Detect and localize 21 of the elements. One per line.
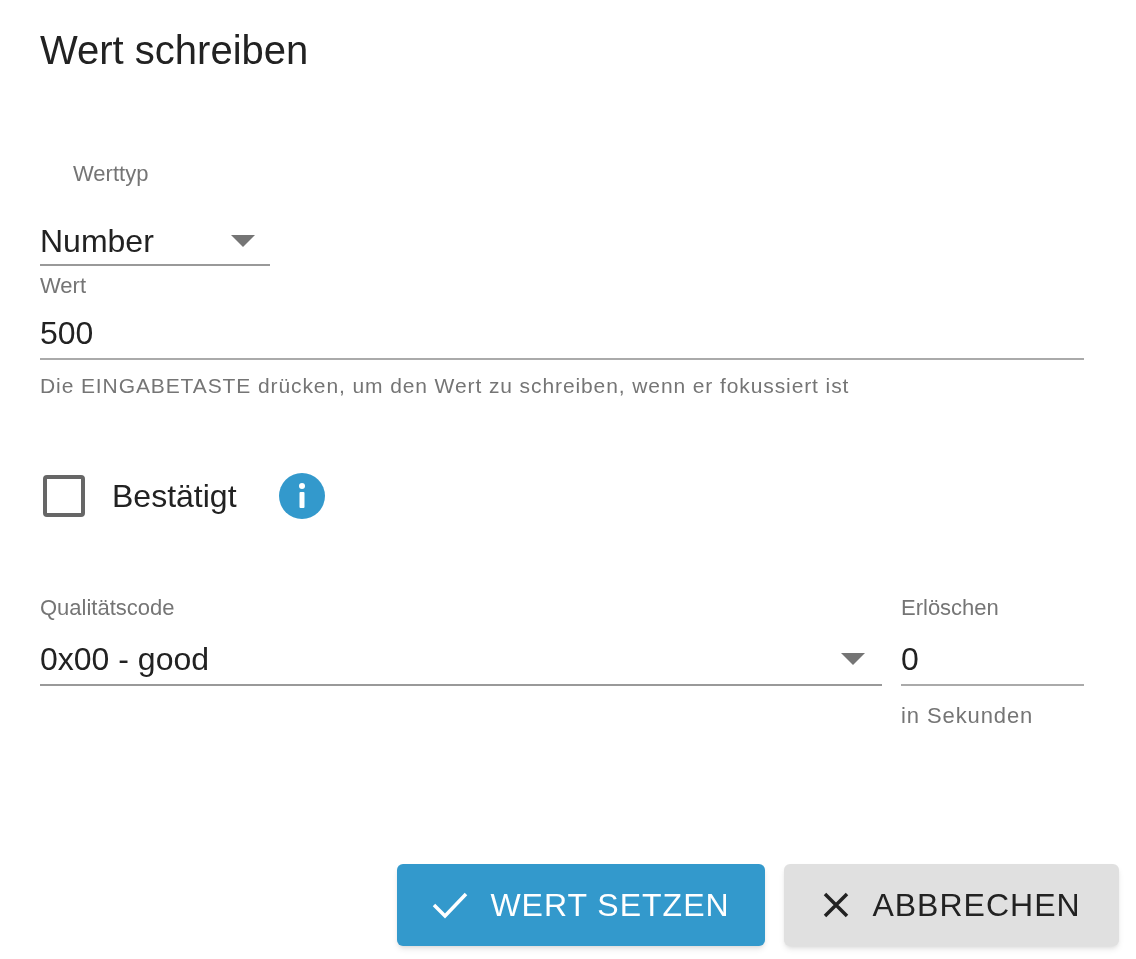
field-label: Qualitätscode bbox=[40, 594, 175, 622]
checkbox-label: Bestätigt bbox=[112, 477, 237, 516]
select-value: 0x00 - good bbox=[40, 640, 209, 679]
dialog-title: Wert schreiben bbox=[40, 27, 309, 74]
field-label: Wert bbox=[40, 272, 87, 300]
select-field[interactable]: 0x00 - good bbox=[40, 634, 882, 686]
select-field[interactable]: Number bbox=[40, 218, 270, 266]
input-field[interactable]: 500 bbox=[40, 308, 1084, 360]
dropdown-caret-icon bbox=[231, 235, 255, 247]
info-icon[interactable] bbox=[278, 473, 325, 519]
helper-text: Die EINGABETASTE drücken, um den Wert zu schreiben, wenn er fokussiert ist bbox=[40, 373, 850, 399]
helper-text: in Sekunden bbox=[901, 702, 1034, 730]
dropdown-caret-icon bbox=[841, 653, 865, 665]
field-label: Erlöschen bbox=[901, 594, 999, 622]
cancel-button[interactable]: ABBRECHEN bbox=[784, 864, 1119, 946]
input-field[interactable]: 0 bbox=[901, 634, 1084, 686]
close-icon bbox=[822, 891, 851, 919]
check-icon bbox=[432, 891, 469, 919]
checkbox[interactable] bbox=[43, 475, 85, 517]
field-label: Werttyp bbox=[73, 160, 149, 188]
select-value: Number bbox=[40, 222, 154, 261]
